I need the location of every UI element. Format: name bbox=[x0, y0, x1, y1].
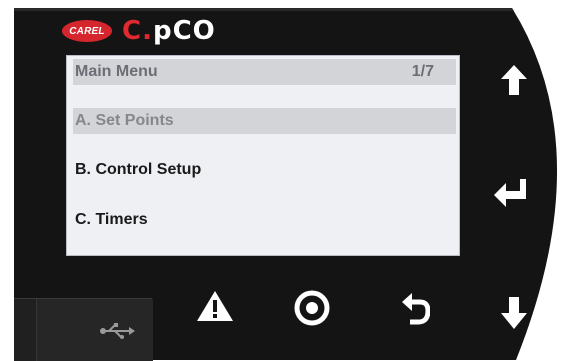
controller-device: CAREL C.pCO Main Menu 1/7 A. Set Points … bbox=[0, 0, 563, 361]
menu-title: Main Menu bbox=[75, 63, 158, 80]
brand-logo: CAREL C.pCO bbox=[62, 17, 216, 45]
cpco-brand: C.pCO bbox=[122, 17, 216, 45]
menu-item-set-points[interactable]: A. Set Points bbox=[73, 108, 456, 134]
up-button[interactable] bbox=[496, 60, 532, 100]
carel-logo-badge: CAREL bbox=[62, 20, 112, 42]
menu-item-timers[interactable]: C. Timers bbox=[73, 207, 456, 233]
arrow-up-icon bbox=[501, 65, 527, 95]
arrow-down-icon bbox=[501, 297, 527, 329]
enter-button[interactable] bbox=[490, 173, 530, 213]
escape-button[interactable] bbox=[397, 288, 433, 328]
brand-prefix: C. bbox=[122, 16, 153, 46]
usb-port bbox=[36, 299, 153, 361]
program-icon bbox=[294, 290, 330, 326]
menu-header: Main Menu 1/7 bbox=[73, 59, 456, 85]
escape-icon bbox=[402, 293, 430, 325]
usb-port-cover bbox=[14, 298, 153, 361]
usb-icon bbox=[100, 323, 135, 339]
down-button[interactable] bbox=[496, 293, 532, 333]
brand-suffix: pCO bbox=[152, 16, 216, 46]
menu-item-control-setup[interactable]: B. Control Setup bbox=[73, 157, 456, 183]
lcd-screen: Main Menu 1/7 A. Set Points B. Control S… bbox=[66, 55, 460, 256]
program-button[interactable] bbox=[293, 289, 331, 327]
page-indicator: 1/7 bbox=[411, 63, 434, 80]
warning-icon bbox=[197, 291, 233, 321]
alarm-button[interactable] bbox=[193, 288, 237, 324]
enter-icon bbox=[494, 179, 526, 207]
